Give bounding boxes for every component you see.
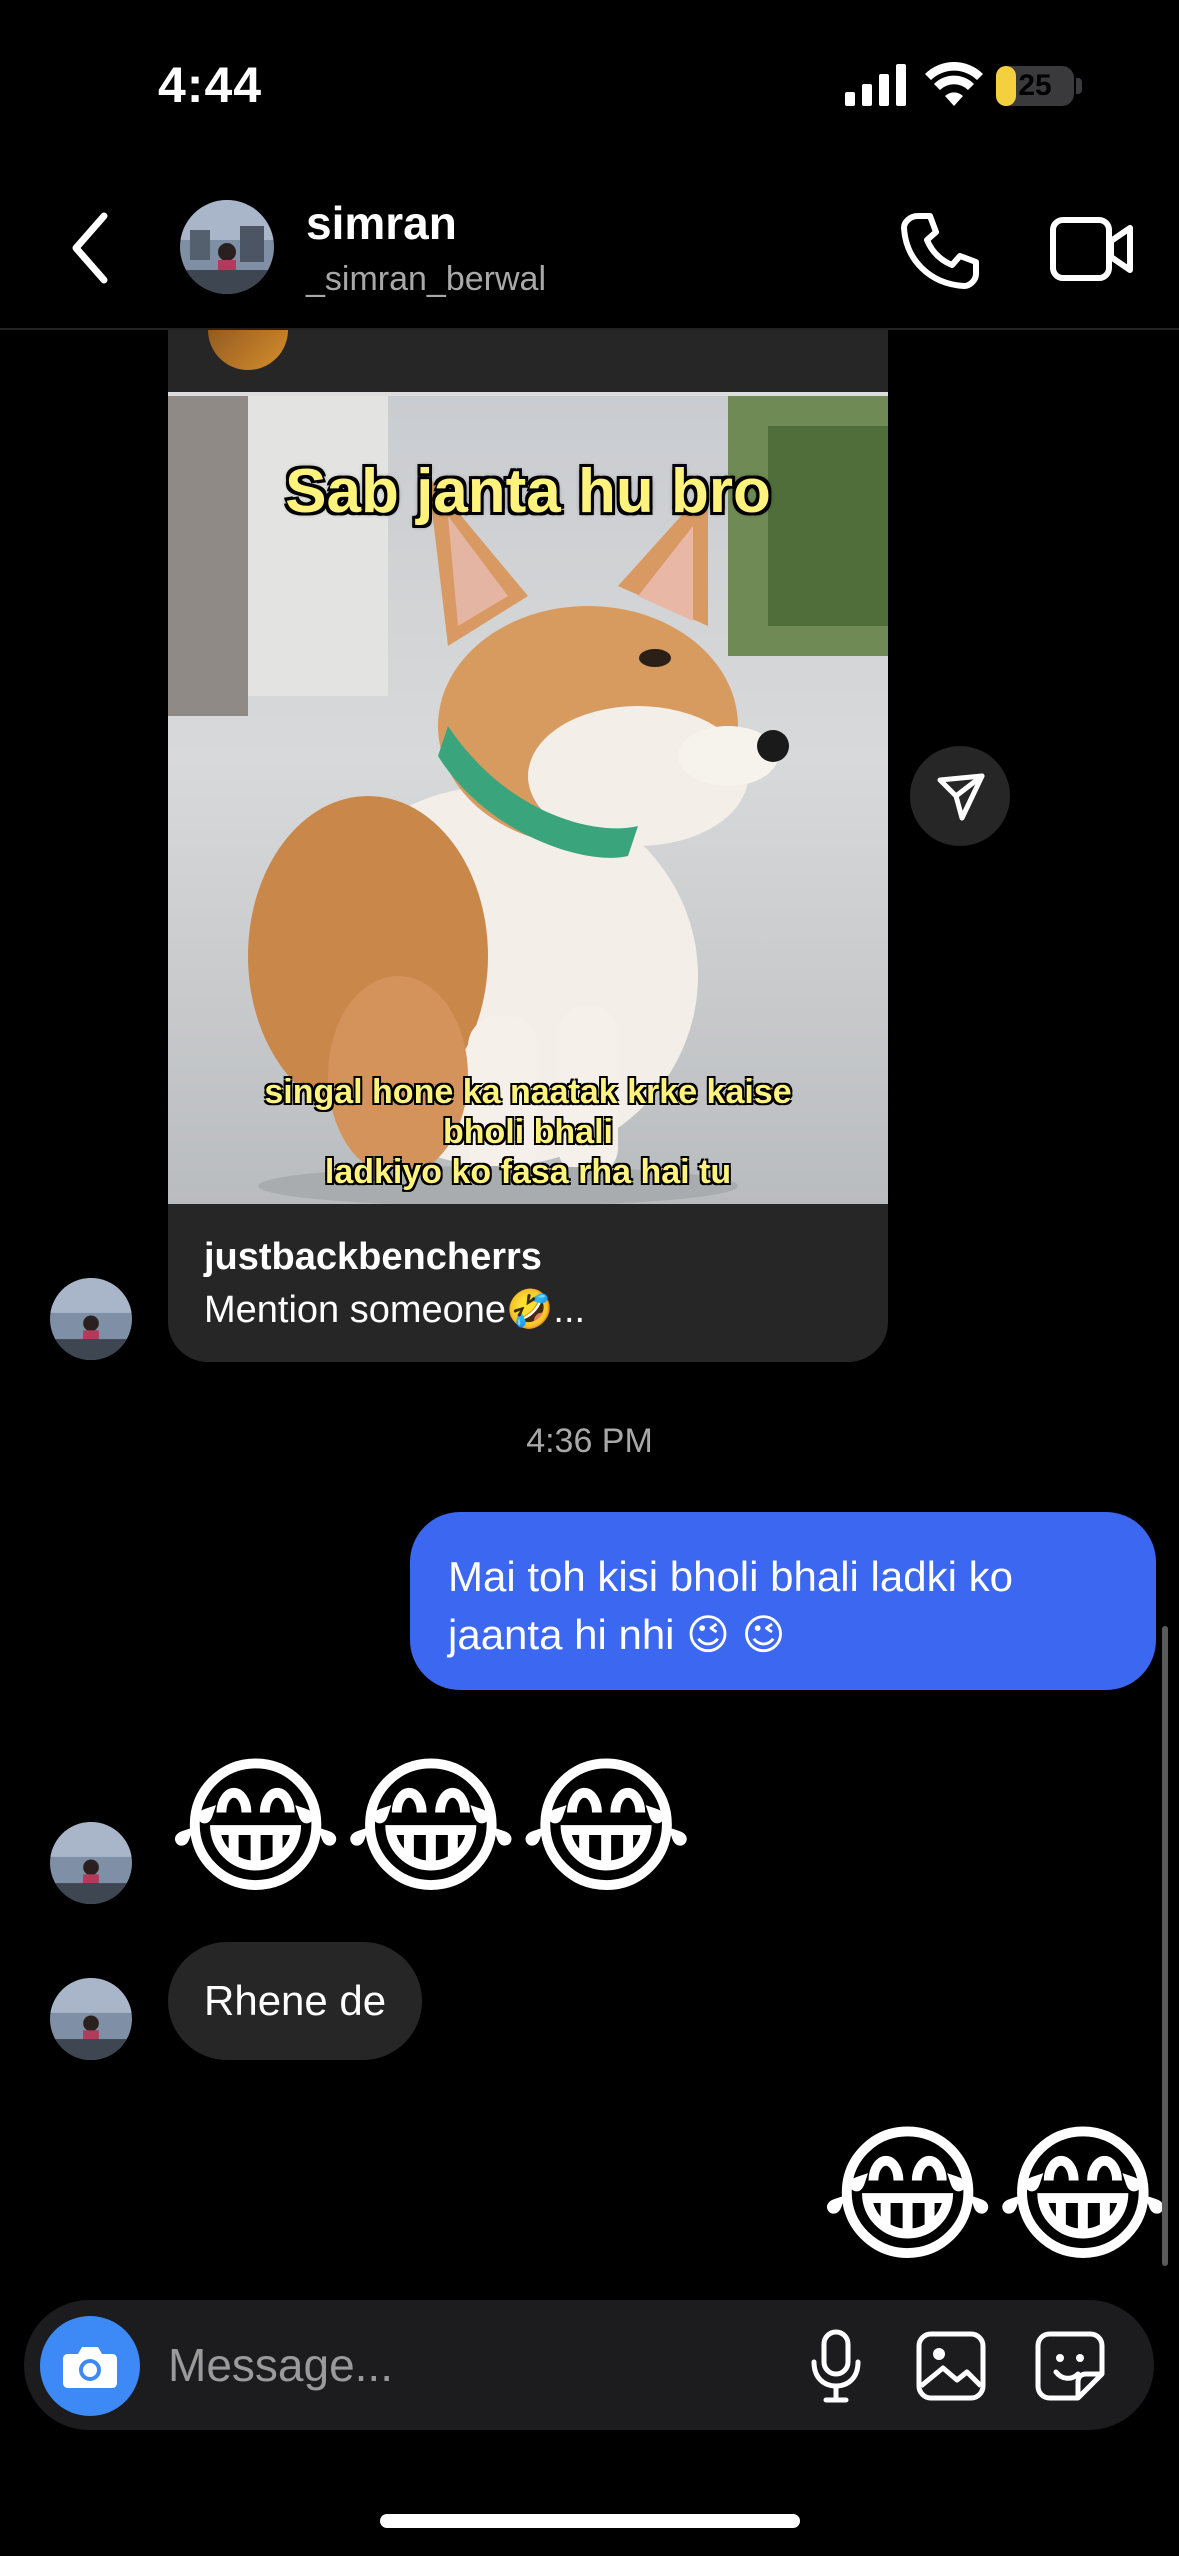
contact-avatar[interactable]	[180, 200, 274, 294]
wifi-icon	[925, 62, 983, 106]
incoming-emoji-message[interactable]: 😂😂😂	[168, 1752, 694, 1902]
post-author-avatar	[208, 330, 288, 370]
contact-handle[interactable]: _simran_berwal	[306, 260, 546, 299]
microphone-icon[interactable]	[806, 2328, 866, 2404]
send-icon	[937, 773, 985, 821]
camera-icon	[63, 2347, 117, 2388]
share-post-button[interactable]	[910, 746, 1010, 846]
shared-post-card[interactable]: Sab janta hu bro singal hone ka naatak k…	[168, 330, 888, 1362]
post-caption: Mention someone🤣...	[204, 1289, 586, 1331]
gallery-icon[interactable]	[915, 2330, 987, 2402]
sender-avatar[interactable]	[50, 1278, 132, 1360]
meme-bottom-line-2: bholi bhali	[443, 1113, 613, 1151]
status-time: 4:44	[158, 57, 263, 113]
cellular-signal-icon	[845, 64, 906, 106]
avatar-photo	[50, 1978, 132, 2060]
contact-name[interactable]: simran	[306, 196, 457, 250]
battery-indicator: 25	[996, 66, 1074, 106]
message-timestamp: 4:36 PM	[526, 1422, 653, 1460]
scrollbar[interactable]	[1162, 1626, 1168, 2266]
post-image[interactable]: Sab janta hu bro singal hone ka naatak k…	[168, 392, 888, 1204]
sender-avatar[interactable]	[50, 1822, 132, 1904]
outgoing-message-bubble[interactable]: Mai toh kisi bholi bhali ladki ko jaanta…	[410, 1512, 1156, 1690]
avatar-photo	[50, 1278, 132, 1360]
home-indicator[interactable]	[380, 2514, 800, 2528]
sender-avatar[interactable]	[50, 1978, 132, 2060]
battery-tip	[1076, 78, 1082, 94]
battery-percent: 25	[1018, 69, 1052, 102]
camera-button[interactable]	[40, 2316, 140, 2416]
phone-call-icon[interactable]	[900, 210, 980, 290]
back-arrow-icon[interactable]	[66, 208, 116, 288]
meme-bottom-line-1: singal hone ka naatak krke kaise	[264, 1073, 792, 1111]
outgoing-emoji-message[interactable]: 😂😂	[820, 2120, 1171, 2270]
sticker-icon[interactable]	[1034, 2330, 1106, 2402]
incoming-message-bubble[interactable]: Rhene de	[168, 1942, 423, 2060]
meme-bottom-line-3: ladkiyo ko fasa rha hai tu	[324, 1153, 732, 1191]
avatar-photo	[50, 1822, 132, 1904]
video-call-icon[interactable]	[1050, 214, 1134, 284]
meme-bottom-caption: singal hone ka naatak krke kaise bholi b…	[168, 1072, 888, 1192]
avatar-photo	[180, 200, 274, 294]
message-input[interactable]	[168, 2330, 768, 2400]
meme-top-caption: Sab janta hu bro	[285, 457, 771, 526]
post-username[interactable]: justbackbencherrs	[204, 1236, 542, 1279]
